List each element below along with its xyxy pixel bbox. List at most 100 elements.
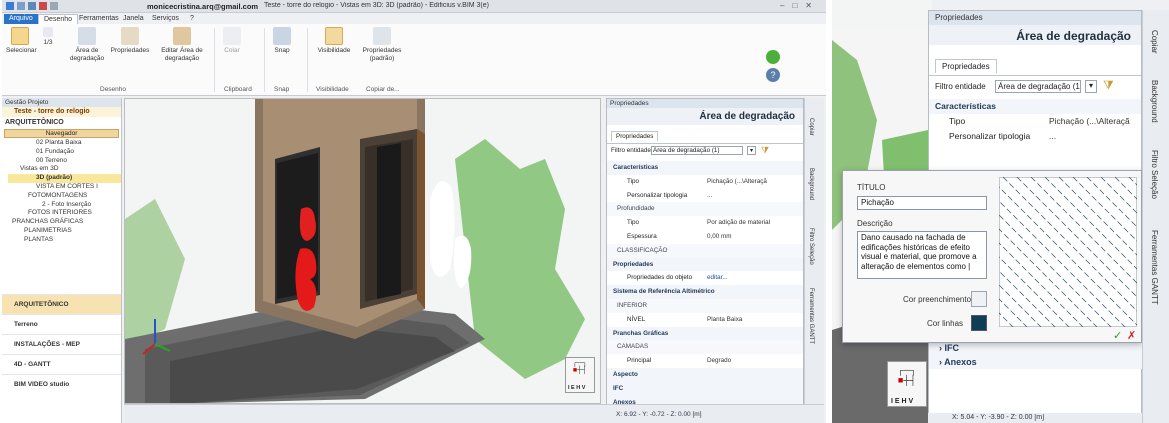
property-section[interactable]: Sistema de Referência Altimétrico <box>607 285 803 299</box>
side-tab-background[interactable]: Background <box>808 168 814 200</box>
filter-icon[interactable]: ⧩ <box>761 145 769 156</box>
property-value[interactable]: Planta Baixa <box>707 313 742 327</box>
tree-item[interactable]: FOTOS INTERIORES <box>8 209 121 218</box>
module-bim-video[interactable]: BIM VIDEO studio <box>2 374 121 394</box>
default-properties-button[interactable]: Propriedades (padrão) <box>360 27 404 63</box>
side-tab-filtro[interactable]: Filtro Seleção <box>808 228 814 265</box>
confirm-icon[interactable]: ✓ <box>1113 329 1122 342</box>
module-terreno[interactable]: Terreno <box>2 314 121 334</box>
tree-item[interactable]: 02 Planta Baixa <box>8 139 121 148</box>
property-value[interactable]: Pichação (...\Alteraçã <box>1049 114 1130 129</box>
print-icon[interactable] <box>39 2 47 10</box>
tab-ferramentas[interactable]: Ferramentas <box>74 14 124 24</box>
tree-item[interactable]: 2 - Foto Inserção <box>8 201 121 210</box>
filter-select[interactable]: Área de degradação (1) <box>995 80 1081 93</box>
property-section[interactable]: Características <box>607 161 803 175</box>
tree-item[interactable]: 00 Terreno <box>8 157 121 166</box>
tree-item[interactable]: 01 Fundação <box>8 148 121 157</box>
property-row[interactable]: Tipo Pichação (...\Alteraçã <box>929 114 1141 129</box>
3d-viewport[interactable]: ┌─┐ ■┼┤ I E H V <box>124 98 601 404</box>
section-arquitetonico: ARQUITETÔNICO <box>5 119 64 126</box>
property-section[interactable]: Propriedades <box>607 257 803 272</box>
property-row[interactable]: Espessura 0,00 mm <box>607 230 803 244</box>
property-section[interactable]: Pranchas Gráficas <box>607 326 803 341</box>
property-subsection[interactable]: CLASSIFICAÇÃO <box>607 243 803 258</box>
module-mep[interactable]: INSTALAÇÕES - MEP <box>2 334 121 354</box>
property-section[interactable]: Características <box>929 99 1141 114</box>
properties-icon <box>121 27 139 45</box>
description-textarea[interactable]: Dano causado na fachada de edificações h… <box>857 231 987 279</box>
side-tab-copiar[interactable]: Copiar <box>1150 30 1159 54</box>
filter-icon[interactable]: ⧩ <box>1103 78 1114 93</box>
tree-item[interactable]: PLANIMETRIAS <box>8 227 121 236</box>
navigator-button[interactable]: Navegador <box>4 129 119 138</box>
property-row[interactable]: Personalizar tipologia... <box>607 189 803 203</box>
side-tabs: Copiar Background Filtro Seleção Ferrame… <box>1142 10 1169 423</box>
property-value[interactable]: editar... <box>707 271 728 285</box>
properties-button[interactable]: Propriedades <box>110 27 150 55</box>
snap-button[interactable]: Snap <box>270 27 294 55</box>
selection-count-button[interactable]: 1/3 <box>38 27 58 47</box>
view-cube[interactable]: ┌─┐ ■┼┤ I E H V <box>887 361 927 407</box>
tree-item[interactable]: VISTA EM CORTES I <box>8 183 121 192</box>
online-icon[interactable] <box>766 50 780 64</box>
new-icon[interactable] <box>17 2 25 10</box>
property-subsection[interactable]: Profundidade <box>607 202 803 217</box>
property-value[interactable]: Degrado <box>707 354 731 368</box>
tab-janela[interactable]: Janela <box>118 14 149 24</box>
property-value[interactable]: Por adição de material <box>707 216 770 230</box>
tree-item[interactable]: Vistas em 3D <box>8 165 121 174</box>
visibility-button[interactable]: Visibilidade <box>312 27 356 55</box>
side-tab-background[interactable]: Background <box>1150 80 1159 123</box>
property-value[interactable]: 0,00 mm <box>707 230 732 244</box>
cancel-icon[interactable]: ✗ <box>1127 329 1136 342</box>
tab-propriedades[interactable]: Propriedades <box>611 131 659 141</box>
property-subsection[interactable]: CAMADAS <box>607 340 803 355</box>
side-tab-filtro[interactable]: Filtro Seleção <box>1150 150 1159 199</box>
tree-item[interactable]: PLANTAS <box>8 236 121 243</box>
project-name[interactable]: Teste - torre do relogio <box>2 107 121 117</box>
tab-arquivo[interactable]: Arquivo <box>4 14 38 24</box>
chevron-down-icon[interactable]: ▾ <box>747 146 756 155</box>
side-tab-copiar[interactable]: Copiar <box>808 118 814 136</box>
tab-servicos[interactable]: Serviços <box>147 14 184 24</box>
property-row[interactable]: Tipo Por adição de material <box>607 216 803 230</box>
window-controls[interactable]: –□✕ <box>780 1 820 10</box>
section-ifc[interactable]: › IFC <box>929 341 1169 355</box>
property-value[interactable]: ... <box>1049 129 1056 144</box>
side-tab-gantt[interactable]: Ferramentas GANTT <box>1150 230 1159 305</box>
filter-select[interactable]: Área de degradação (1) <box>651 146 743 155</box>
edit-degradation-button[interactable]: Editar Área de degradação <box>160 27 204 63</box>
property-value[interactable]: ... <box>707 189 712 203</box>
fill-color-swatch[interactable] <box>971 291 987 307</box>
module-gantt[interactable]: 4D - GANTT <box>2 354 121 374</box>
property-row[interactable]: Principal Degrado <box>607 354 803 368</box>
title-input[interactable]: Pichação <box>857 196 987 210</box>
select-button[interactable]: Selecionar <box>6 27 37 55</box>
side-tab-gantt[interactable]: Ferramentas GANTT <box>808 288 814 344</box>
property-section[interactable]: Aspecto <box>607 368 803 382</box>
view-cube[interactable]: ┌─┐ ■┼┤ I E H V <box>565 357 595 393</box>
property-row[interactable]: Personalizar tipologia... <box>929 129 1141 144</box>
save-icon[interactable] <box>28 2 36 10</box>
property-value[interactable]: Pichação (...\Alteraçã <box>707 175 767 189</box>
tab-propriedades[interactable]: Propriedades <box>935 59 997 73</box>
paste-button[interactable]: Colar <box>220 27 244 55</box>
property-row[interactable]: Propriedades do objeto editar... <box>607 271 803 285</box>
property-row[interactable]: NÍVEL Planta Baixa <box>607 313 803 327</box>
property-row[interactable]: Tipo Pichação (...\Alteraçã <box>607 175 803 189</box>
tree-item-selected[interactable]: 3D (padrão) <box>8 174 121 183</box>
chevron-down-icon[interactable]: ▾ <box>1085 80 1097 93</box>
section-anexos[interactable]: › Anexos <box>929 355 1169 369</box>
tree-item[interactable]: PRANCHAS GRÁFICAS <box>8 218 121 227</box>
help-icon[interactable]: ? <box>766 68 780 82</box>
tree-item[interactable]: FOTOMONTAGENS <box>8 192 121 201</box>
degradation-area-button[interactable]: Área de degradação <box>68 27 106 63</box>
undo-icon[interactable] <box>50 2 58 10</box>
tab-help[interactable]: ? <box>185 14 199 24</box>
property-section[interactable]: IFC <box>607 381 803 396</box>
module-arquitetonico[interactable]: ARQUITETÔNICO <box>2 294 121 314</box>
line-color-swatch[interactable] <box>971 315 987 331</box>
property-subsection[interactable]: INFERIOR <box>607 299 803 313</box>
tab-desenho[interactable]: Desenho <box>38 14 79 24</box>
